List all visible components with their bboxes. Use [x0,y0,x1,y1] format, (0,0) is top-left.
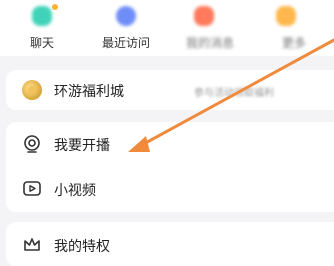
broadcast-icon [24,135,40,153]
quick-actions-bar: 聊天 最近访问 我的消息 更多 [0,0,334,56]
quick-action-chat[interactable]: 聊天 [0,0,84,56]
menu-item-label: 我要开播 [54,138,110,154]
quick-action-label: 我的消息 [185,36,234,50]
privilege-card: 我的特权 [6,222,334,266]
notification-dot [52,4,58,10]
message-icon [194,6,214,26]
quick-action-messages[interactable]: 我的消息 [168,0,252,56]
menu-item-live[interactable]: 我要开播 [6,127,334,161]
recent-icon [116,6,136,26]
quick-action-label: 聊天 [29,36,54,50]
content-card: 我要开播 小视频 [6,122,334,212]
menu-item-label: 我的特权 [54,239,110,255]
welfare-subtitle: 参与活动领取福利 [194,88,274,99]
chat-icon [32,6,52,26]
menu-item-label: 环游福利城 [54,84,124,100]
quick-action-label: 更多 [281,36,306,50]
crown-icon [24,238,40,251]
menu-item-welfare[interactable]: 环游福利城 参与活动领取福利 [6,73,334,107]
more-icon [276,6,296,26]
gold-coin-icon [22,80,42,100]
quick-action-label: 最近访问 [101,36,150,50]
menu-item-video[interactable]: 小视频 [6,172,334,206]
quick-action-more[interactable]: 更多 [252,0,334,56]
menu-item-privilege[interactable]: 我的特权 [6,228,334,262]
quick-action-recent[interactable]: 最近访问 [84,0,168,56]
menu-item-label: 小视频 [54,183,96,199]
welfare-card: 环游福利城 参与活动领取福利 [6,70,334,110]
video-play-icon [23,181,41,196]
